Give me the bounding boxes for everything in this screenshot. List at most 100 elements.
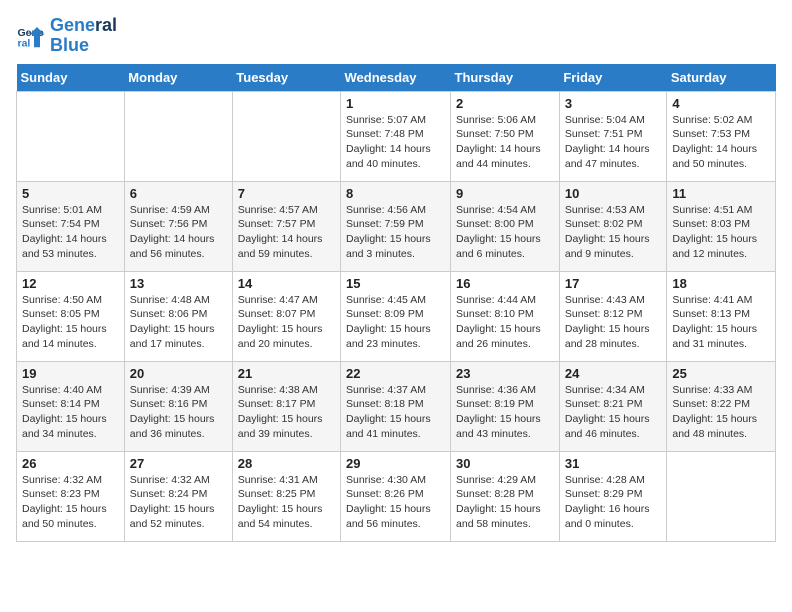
day-number: 27 — [130, 456, 227, 471]
calendar-cell: 7 Sunrise: 4:57 AM Sunset: 7:57 PM Daylig… — [232, 181, 340, 271]
col-header-sunday: Sunday — [17, 64, 125, 92]
calendar-cell: 30 Sunrise: 4:29 AM Sunset: 8:28 PM Dayli… — [451, 451, 560, 541]
day-info: Sunrise: 4:33 AM Sunset: 8:22 PM Dayligh… — [672, 383, 770, 442]
calendar-cell: 29Sunrise: 4:30 AM Sunset: 8:26 PM Dayli… — [341, 451, 451, 541]
calendar-cell: 13 Sunrise: 4:48 AM Sunset: 8:06 PM Dayli… — [124, 271, 232, 361]
calendar-cell: 4Sunrise: 5:02 AM Sunset: 7:53 PM Daylig… — [667, 91, 776, 181]
calendar-cell: 12 Sunrise: 4:50 AM Sunset: 8:05 PM Dayli… — [17, 271, 125, 361]
day-number: 19 — [22, 366, 119, 381]
day-info: Sunrise: 4:37 AM Sunset: 8:18 PM Dayligh… — [346, 383, 445, 442]
day-number: 11 — [672, 186, 770, 201]
day-number: 13 — [130, 276, 227, 291]
day-info: Sunrise: 4:45 AM Sunset: 8:09 PM Dayligh… — [346, 293, 445, 352]
day-info: Sunrise: 4:31 AM Sunset: 8:25 PM Dayligh… — [238, 473, 335, 532]
day-info: Sunrise: 5:06 AM Sunset: 7:50 PM Dayligh… — [456, 113, 554, 172]
day-number: 26 — [22, 456, 119, 471]
week-row-3: 12 Sunrise: 4:50 AM Sunset: 8:05 PM Dayli… — [17, 271, 776, 361]
col-header-thursday: Thursday — [451, 64, 560, 92]
day-number: 7 — [238, 186, 335, 201]
calendar-cell: 2 Sunrise: 5:06 AM Sunset: 7:50 PM Daylig… — [451, 91, 560, 181]
calendar-cell: 10 Sunrise: 4:53 AM Sunset: 8:02 PM Dayli… — [559, 181, 667, 271]
calendar-cell: 24 Sunrise: 4:34 AM Sunset: 8:21 PM Dayli… — [559, 361, 667, 451]
week-row-2: 5 Sunrise: 5:01 AM Sunset: 7:54 PM Daylig… — [17, 181, 776, 271]
day-info: Sunrise: 4:59 AM Sunset: 7:56 PM Dayligh… — [130, 203, 227, 262]
day-info: Sunrise: 4:48 AM Sunset: 8:06 PM Dayligh… — [130, 293, 227, 352]
week-row-1: 1 Sunrise: 5:07 AM Sunset: 7:48 PM Daylig… — [17, 91, 776, 181]
calendar-cell: 21 Sunrise: 4:38 AM Sunset: 8:17 PM Dayli… — [232, 361, 340, 451]
calendar-cell: 8 Sunrise: 4:56 AM Sunset: 7:59 PM Daylig… — [341, 181, 451, 271]
day-info: Sunrise: 4:32 AM Sunset: 8:24 PM Dayligh… — [130, 473, 227, 532]
calendar-cell: 19 Sunrise: 4:40 AM Sunset: 8:14 PM Dayli… — [17, 361, 125, 451]
day-info: Sunrise: 4:38 AM Sunset: 8:17 PM Dayligh… — [238, 383, 335, 442]
day-info: Sunrise: 4:34 AM Sunset: 8:21 PM Dayligh… — [565, 383, 662, 442]
calendar-cell: 31Sunrise: 4:28 AM Sunset: 8:29 PM Dayli… — [559, 451, 667, 541]
day-info: Sunrise: 4:57 AM Sunset: 7:57 PM Dayligh… — [238, 203, 335, 262]
calendar-cell — [124, 91, 232, 181]
day-number: 14 — [238, 276, 335, 291]
calendar-cell: 3Sunrise: 5:04 AM Sunset: 7:51 PM Daylig… — [559, 91, 667, 181]
day-info: Sunrise: 5:01 AM Sunset: 7:54 PM Dayligh… — [22, 203, 119, 262]
logo-text-line2: Blue — [50, 36, 117, 56]
day-number: 4 — [672, 96, 770, 111]
col-header-monday: Monday — [124, 64, 232, 92]
week-row-4: 19 Sunrise: 4:40 AM Sunset: 8:14 PM Dayli… — [17, 361, 776, 451]
col-header-tuesday: Tuesday — [232, 64, 340, 92]
day-info: Sunrise: 4:43 AM Sunset: 8:12 PM Dayligh… — [565, 293, 662, 352]
col-header-wednesday: Wednesday — [341, 64, 451, 92]
day-number: 28 — [238, 456, 335, 471]
day-info: Sunrise: 4:36 AM Sunset: 8:19 PM Dayligh… — [456, 383, 554, 442]
day-number: 16 — [456, 276, 554, 291]
svg-text:ral: ral — [18, 37, 31, 49]
calendar-cell: 25 Sunrise: 4:33 AM Sunset: 8:22 PM Dayli… — [667, 361, 776, 451]
day-number: 12 — [22, 276, 119, 291]
day-number: 31 — [565, 456, 662, 471]
calendar-table: SundayMondayTuesdayWednesdayThursdayFrid… — [16, 64, 776, 542]
col-header-saturday: Saturday — [667, 64, 776, 92]
day-info: Sunrise: 4:39 AM Sunset: 8:16 PM Dayligh… — [130, 383, 227, 442]
day-info: Sunrise: 4:47 AM Sunset: 8:07 PM Dayligh… — [238, 293, 335, 352]
day-number: 24 — [565, 366, 662, 381]
logo: Gene ral General Blue — [16, 16, 117, 56]
calendar-cell: 11 Sunrise: 4:51 AM Sunset: 8:03 PM Dayli… — [667, 181, 776, 271]
day-info: Sunrise: 4:50 AM Sunset: 8:05 PM Dayligh… — [22, 293, 119, 352]
day-info: Sunrise: 4:41 AM Sunset: 8:13 PM Dayligh… — [672, 293, 770, 352]
day-number: 5 — [22, 186, 119, 201]
calendar-cell: 22 Sunrise: 4:37 AM Sunset: 8:18 PM Dayli… — [341, 361, 451, 451]
day-number: 8 — [346, 186, 445, 201]
day-info: Sunrise: 5:04 AM Sunset: 7:51 PM Dayligh… — [565, 113, 662, 172]
day-number: 29 — [346, 456, 445, 471]
calendar-cell: 5 Sunrise: 5:01 AM Sunset: 7:54 PM Daylig… — [17, 181, 125, 271]
day-info: Sunrise: 4:40 AM Sunset: 8:14 PM Dayligh… — [22, 383, 119, 442]
day-number: 17 — [565, 276, 662, 291]
logo-text-line1: General — [50, 16, 117, 36]
day-number: 10 — [565, 186, 662, 201]
day-number: 2 — [456, 96, 554, 111]
day-number: 18 — [672, 276, 770, 291]
day-info: Sunrise: 4:56 AM Sunset: 7:59 PM Dayligh… — [346, 203, 445, 262]
day-number: 22 — [346, 366, 445, 381]
calendar-cell: 18 Sunrise: 4:41 AM Sunset: 8:13 PM Dayli… — [667, 271, 776, 361]
day-info: Sunrise: 4:51 AM Sunset: 8:03 PM Dayligh… — [672, 203, 770, 262]
day-info: Sunrise: 4:53 AM Sunset: 8:02 PM Dayligh… — [565, 203, 662, 262]
calendar-cell: 14 Sunrise: 4:47 AM Sunset: 8:07 PM Dayli… — [232, 271, 340, 361]
day-number: 1 — [346, 96, 445, 111]
day-info: Sunrise: 4:29 AM Sunset: 8:28 PM Dayligh… — [456, 473, 554, 532]
calendar-cell: 23 Sunrise: 4:36 AM Sunset: 8:19 PM Dayli… — [451, 361, 560, 451]
calendar-cell: 17 Sunrise: 4:43 AM Sunset: 8:12 PM Dayli… — [559, 271, 667, 361]
calendar-cell: 20 Sunrise: 4:39 AM Sunset: 8:16 PM Dayli… — [124, 361, 232, 451]
day-number: 20 — [130, 366, 227, 381]
day-info: Sunrise: 5:07 AM Sunset: 7:48 PM Dayligh… — [346, 113, 445, 172]
day-number: 21 — [238, 366, 335, 381]
calendar-cell: 9Sunrise: 4:54 AM Sunset: 8:00 PM Daylig… — [451, 181, 560, 271]
day-number: 30 — [456, 456, 554, 471]
day-info: Sunrise: 4:32 AM Sunset: 8:23 PM Dayligh… — [22, 473, 119, 532]
day-info: Sunrise: 4:44 AM Sunset: 8:10 PM Dayligh… — [456, 293, 554, 352]
day-number: 15 — [346, 276, 445, 291]
day-number: 9 — [456, 186, 554, 201]
logo-icon: Gene ral — [16, 21, 46, 51]
week-row-5: 26 Sunrise: 4:32 AM Sunset: 8:23 PM Dayli… — [17, 451, 776, 541]
day-number: 23 — [456, 366, 554, 381]
calendar-cell — [17, 91, 125, 181]
calendar-cell: 28 Sunrise: 4:31 AM Sunset: 8:25 PM Dayli… — [232, 451, 340, 541]
day-number: 25 — [672, 366, 770, 381]
